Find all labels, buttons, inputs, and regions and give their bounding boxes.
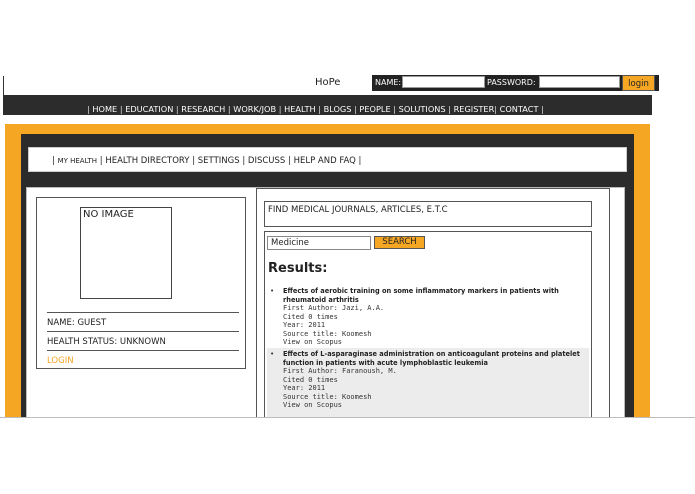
search-heading: FIND MEDICAL JOURNALS, ARTICLES, E.T.C (268, 205, 448, 215)
subnav-my-health[interactable]: MY HEALTH (58, 157, 98, 165)
nav-contact[interactable]: CONTACT (500, 104, 539, 114)
subnav-help-faq[interactable]: HELP AND FAQ (294, 156, 356, 166)
nav-solutions[interactable]: SOLUTIONS (399, 104, 446, 114)
nav-health[interactable]: HEALTH (284, 104, 316, 114)
nav-research[interactable]: RESEARCH (181, 104, 225, 114)
result-source: Source title: Koomesh (283, 392, 372, 401)
profile-name: NAME: GUEST (47, 318, 107, 328)
result-author: First Author: Jazi, A.A. (283, 304, 385, 312)
result-cited: Cited 0 times (283, 312, 338, 321)
bullet-icon: • (270, 350, 275, 358)
password-field[interactable] (539, 76, 620, 88)
nav-home[interactable]: HOME (92, 104, 117, 114)
search-results-area: Medicine SEARCH Results: • Effects of ae… (264, 231, 592, 418)
name-field[interactable] (402, 76, 485, 88)
divider (47, 350, 239, 351)
page-frame: | MY HEALTH | HEALTH DIRECTORY | SETTING… (5, 124, 650, 418)
profile-panel: NO IMAGE NAME: GUEST HEALTH STATUS: UNKN… (36, 197, 246, 369)
results-title: Results: (268, 261, 328, 276)
subnav-health-directory[interactable]: HEALTH DIRECTORY (105, 156, 189, 166)
profile-health-status: HEALTH STATUS: UNKNOWN (47, 337, 166, 347)
result-title[interactable]: Effects of aerobic training on some infl… (283, 287, 589, 304)
result-source: Source title: Koomesh (283, 329, 372, 338)
search-button[interactable]: SEARCH (374, 236, 425, 249)
search-input[interactable]: Medicine (267, 236, 371, 250)
result-year: Year: 2011 (283, 321, 326, 329)
nav-work-job[interactable]: WORK/JOB (233, 104, 276, 114)
login-link[interactable]: LOGIN (47, 356, 74, 366)
result-item: • Effects of aerobic training on some in… (267, 287, 589, 347)
result-item: • Effects of L-asparaginase administrati… (267, 348, 589, 418)
result-author: First Author: Faranoush, M. (283, 367, 397, 375)
result-year: Year: 2011 (283, 384, 326, 392)
page-inner: | MY HEALTH | HEALTH DIRECTORY | SETTING… (21, 134, 634, 418)
main-nav: | HOME | EDUCATION | RESEARCH | WORK/JOB… (3, 95, 652, 115)
avatar: NO IMAGE (80, 207, 172, 299)
search-panel: FIND MEDICAL JOURNALS, ARTICLES, E.T.C M… (256, 188, 610, 418)
result-scopus-link[interactable]: View on Scopus (283, 338, 589, 347)
subnav-settings[interactable]: SETTINGS (198, 156, 240, 166)
main-nav-row: | HOME | EDUCATION | RESEARCH | WORK/JOB… (87, 104, 544, 114)
login-bar: NAME: PASSWORD: login (372, 75, 659, 91)
result-cited: Cited 0 times (283, 375, 338, 384)
content-area: NO IMAGE NAME: GUEST HEALTH STATUS: UNKN… (26, 187, 625, 418)
divider (47, 331, 239, 332)
nav-education[interactable]: EDUCATION (125, 104, 173, 114)
nav-register[interactable]: REGISTER (454, 104, 495, 114)
result-scopus-link[interactable]: View on Scopus (283, 401, 589, 410)
password-label: PASSWORD: (487, 78, 536, 87)
browser-viewport: HoPe NAME: PASSWORD: login | HOME | EDUC… (0, 0, 695, 418)
site-title: HoPe (315, 77, 341, 88)
login-button[interactable]: login (622, 75, 655, 91)
left-rule (3, 76, 4, 96)
viewport-bottom-edge (0, 417, 695, 418)
nav-blogs[interactable]: BLOGS (324, 104, 352, 114)
avatar-placeholder-text: NO IMAGE (83, 209, 134, 220)
bullet-icon: • (270, 287, 275, 295)
health-subnav-row: | MY HEALTH | HEALTH DIRECTORY | SETTING… (52, 156, 362, 166)
subnav-discuss[interactable]: DISCUSS (248, 156, 285, 166)
name-label: NAME: (375, 78, 402, 87)
result-title[interactable]: Effects of L-asparaginase administration… (283, 350, 589, 367)
divider (47, 312, 239, 313)
nav-people[interactable]: PEOPLE (359, 104, 390, 114)
health-subnav: | MY HEALTH | HEALTH DIRECTORY | SETTING… (28, 147, 627, 172)
search-heading-box: FIND MEDICAL JOURNALS, ARTICLES, E.T.C (264, 201, 592, 227)
